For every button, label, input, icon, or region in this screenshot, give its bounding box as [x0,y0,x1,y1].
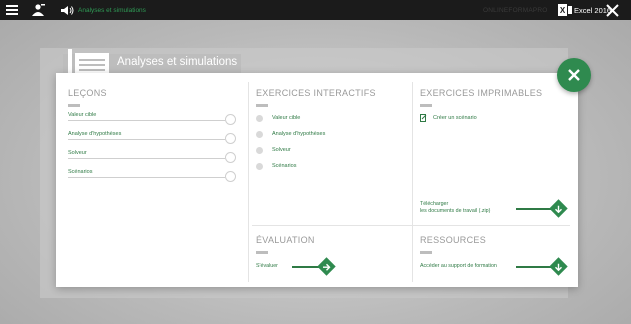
sound-icon[interactable] [60,0,74,20]
exercise-item[interactable]: Valeur cible [256,113,300,123]
status-dot [256,162,263,170]
document-edit-icon [420,114,427,122]
arrow-down-icon [555,263,562,271]
status-dot [256,146,263,154]
divider [412,82,413,282]
status-circle [225,133,236,144]
status-circle [225,114,236,125]
section-bar [256,104,268,107]
status-circle [225,171,236,182]
lecons-section: LEÇONS [68,88,107,107]
download-line2: les documents de travail (.zip) [420,208,491,214]
close-button[interactable] [557,58,591,92]
topbar-title: Analyses et simulations [78,6,146,14]
exercices-imprimables-title: EXERCICES IMPRIMABLES [420,88,543,98]
exercices-interactifs-section: EXERCICES INTERACTIFS [256,88,376,107]
ressources-link[interactable]: Accéder au support de formation [420,263,497,270]
lecon-label: Valeur cible [68,112,97,118]
section-bar [68,104,80,107]
brand-label: ONLINEFORMAPRO [483,6,548,14]
exercise-label: Analyse d'hypothèses [272,131,326,137]
status-dot [256,130,263,138]
user-icon[interactable] [30,0,46,20]
exercise-label: Solveur [272,147,291,153]
exercise-label: Scénarios [272,163,297,169]
svg-text:X: X [560,6,566,15]
printable-item[interactable]: Créer un scénario [420,113,477,123]
close-icon [568,69,580,81]
excel-icon: X [558,0,572,20]
lecon-item[interactable]: Scénarios [68,169,238,183]
ressources-section: RESSOURCES [420,235,486,254]
exercise-item[interactable]: Solveur [256,145,291,155]
lecon-label: Solveur [68,150,87,156]
module-title: Analyses et simulations [117,56,238,68]
status-dot [256,114,263,122]
download-line1: Télécharger [420,201,449,207]
menu-icon[interactable] [6,0,18,20]
exercise-item[interactable]: Analyse d'hypothèses [256,129,325,139]
progress-line [68,177,225,178]
download-link[interactable]: Télécharger les documents de travail (.z… [420,201,490,215]
top-bar: Analyses et simulations ONLINEFORMAPRO X… [0,0,631,20]
section-bar [256,251,268,254]
status-circle [225,152,236,163]
evaluation-section: ÉVALUATION [256,235,315,254]
arrow-down-icon [555,205,562,213]
lecon-item[interactable]: Solveur [68,150,238,164]
section-bar [420,104,432,107]
ressources-title: RESSOURCES [420,235,487,245]
lecon-label: Analyse d'hypothèses [68,131,122,137]
progress-line [68,120,225,121]
exercise-item[interactable]: Scénarios [256,161,296,171]
progress-line [68,139,225,140]
evaluation-link[interactable]: S'évaluer [256,263,278,270]
divider [248,82,249,282]
evaluation-title: ÉVALUATION [256,235,315,245]
lecon-item[interactable]: Valeur cible [68,112,238,126]
lecons-title: LEÇONS [68,88,107,98]
lecon-label: Scénarios [68,169,93,175]
lecon-item[interactable]: Analyse d'hypothèses [68,131,238,145]
section-bar [420,251,432,254]
exercise-label: Valeur cible [272,115,301,121]
arrow-right-icon [323,263,331,270]
printable-label: Créer un scénario [433,115,477,121]
progress-line [68,158,225,159]
exercices-imprimables-section: EXERCICES IMPRIMABLES [420,88,542,107]
divider [252,225,570,226]
close-app-icon[interactable] [606,0,619,20]
exercices-interactifs-title: EXERCICES INTERACTIFS [256,88,376,98]
